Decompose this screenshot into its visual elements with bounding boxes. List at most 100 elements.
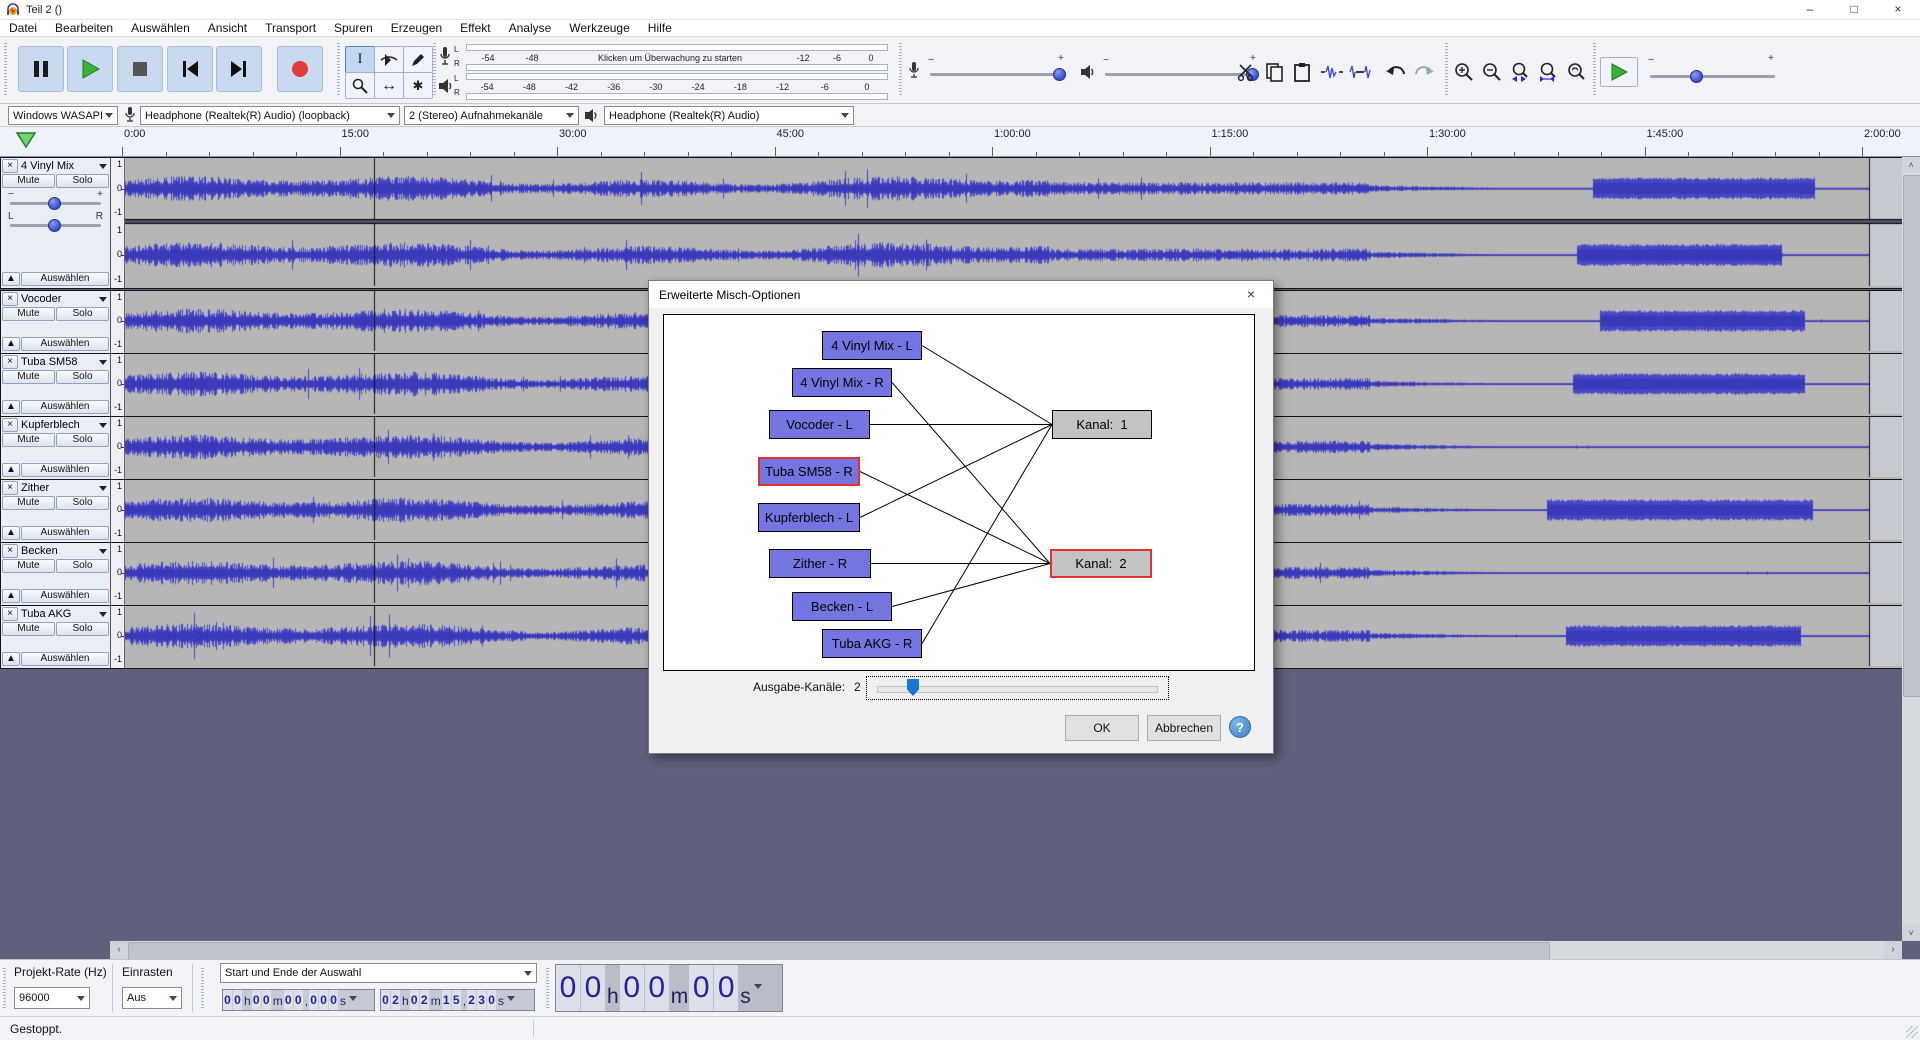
track-close-button[interactable]: ×	[2, 607, 18, 621]
chevron-down-icon[interactable]	[349, 996, 357, 1005]
selection-mode-select[interactable]: Start und Ende der Auswahl	[220, 963, 537, 983]
time-digit[interactable]: 1	[442, 990, 451, 1010]
pan-knob[interactable]	[48, 219, 61, 232]
solo-button[interactable]: Solo	[56, 433, 109, 447]
track-close-button[interactable]: ×	[2, 418, 18, 432]
vertical-scrollbar[interactable]: ˄ ˅	[1902, 157, 1920, 941]
track-menu-chevron-icon[interactable]	[99, 164, 107, 173]
collapse-button[interactable]: ▲	[2, 526, 20, 540]
gain-knob[interactable]	[48, 197, 61, 210]
track-name[interactable]: 4 Vinyl Mix	[19, 159, 109, 173]
toolbar-grip[interactable]	[1444, 43, 1449, 97]
track-name[interactable]: Kupferblech	[19, 418, 109, 432]
select-button[interactable]: Auswählen	[21, 337, 109, 351]
cut-button[interactable]	[1232, 58, 1260, 86]
chevron-down-icon[interactable]	[754, 984, 762, 993]
track-close-button[interactable]: ×	[2, 544, 18, 558]
timeshift-tool-button[interactable]: ↔	[374, 72, 404, 99]
mixer-source-node[interactable]: Zither - R	[769, 549, 871, 578]
collapse-button[interactable]: ▲	[2, 337, 20, 351]
play-button[interactable]	[67, 46, 113, 92]
waveform-area[interactable]	[125, 158, 1903, 288]
scroll-up-arrow[interactable]: ˄	[1902, 157, 1920, 173]
toolbar-grip[interactable]	[432, 43, 437, 97]
time-digit[interactable]: 0	[714, 965, 738, 1011]
paste-button[interactable]	[1288, 58, 1316, 86]
toolbar-grip[interactable]	[898, 43, 903, 97]
silence-audio-button[interactable]	[1346, 58, 1374, 86]
dialog-title-bar[interactable]: Erweiterte Misch-Optionen ×	[649, 281, 1273, 308]
mixer-source-node[interactable]: Tuba SM58 - R	[758, 457, 860, 486]
menu-ansicht[interactable]: Ansicht	[199, 20, 256, 36]
recording-channels-select[interactable]: 2 (Stereo) Aufnahmekanäle	[404, 106, 579, 125]
mixer-channel-node[interactable]: Kanal: 1	[1052, 410, 1152, 439]
mute-button[interactable]: Mute	[2, 496, 55, 510]
selection-start-field[interactable]: 00h00m00,000s	[222, 989, 375, 1011]
mixer-channel-node[interactable]: Kanal: 2	[1050, 549, 1152, 578]
mixer-source-node[interactable]: 4 Vinyl Mix - R	[792, 368, 892, 397]
mute-button[interactable]: Mute	[2, 174, 55, 188]
track-menu-chevron-icon[interactable]	[99, 549, 107, 558]
toolbar-grip[interactable]	[336, 43, 341, 97]
recording-device-select[interactable]: Headphone (Realtek(R) Audio) (loopback)	[140, 106, 400, 125]
undo-button[interactable]	[1382, 58, 1410, 86]
time-digit[interactable]: 0	[556, 965, 580, 1011]
chevron-down-icon[interactable]	[507, 996, 515, 1005]
menu-auswählen[interactable]: Auswählen	[122, 20, 199, 36]
multi-tool-button[interactable]: ✱	[403, 72, 433, 99]
track-close-button[interactable]: ×	[2, 292, 18, 306]
recording-meter[interactable]: L R -54-48Klicken um Überwachung zu star…	[438, 44, 888, 71]
waveform-canvas[interactable]	[125, 158, 1903, 286]
mixer-source-node[interactable]: Vocoder - L	[769, 410, 870, 439]
close-button[interactable]: ×	[1876, 0, 1920, 19]
collapse-button[interactable]: ▲	[2, 589, 20, 603]
menu-effekt[interactable]: Effekt	[451, 20, 499, 36]
track-name[interactable]: Zither	[19, 481, 109, 495]
time-digit[interactable]: 0	[381, 990, 390, 1010]
time-digit[interactable]: 0	[233, 990, 242, 1010]
collapse-button[interactable]: ▲	[2, 652, 20, 666]
playback-device-select[interactable]: Headphone (Realtek(R) Audio)	[604, 106, 854, 125]
time-digit[interactable]: 3	[477, 990, 486, 1010]
toolbar-grip[interactable]	[3, 43, 8, 97]
collapse-button[interactable]: ▲	[2, 400, 20, 414]
dialog-close-button[interactable]: ×	[1229, 281, 1273, 308]
time-digit[interactable]: 0	[645, 965, 669, 1011]
maximize-button[interactable]: □	[1832, 0, 1876, 19]
mixer-graph-panel[interactable]: 4 Vinyl Mix - L4 Vinyl Mix - RVocoder - …	[663, 314, 1255, 671]
audio-position-display[interactable]: 00h00m00s	[555, 964, 783, 1012]
time-digit[interactable]: 0	[284, 990, 293, 1010]
play-at-speed-button[interactable]	[1600, 57, 1638, 87]
time-digit[interactable]: 0	[319, 990, 328, 1010]
scroll-right-arrow[interactable]: ›	[1884, 941, 1902, 959]
playback-meter[interactable]: L R -54-48-42-36-30-24-18-12-60	[438, 73, 888, 100]
track-name[interactable]: Becken	[19, 544, 109, 558]
mixer-source-node[interactable]: Kupferblech - L	[758, 503, 860, 532]
toolbar-grip[interactable]	[545, 968, 550, 1008]
zoom-tool-button[interactable]	[345, 72, 375, 99]
cancel-button[interactable]: Abbrechen	[1147, 715, 1221, 741]
scroll-left-arrow[interactable]: ‹	[110, 941, 128, 959]
track-name[interactable]: Tuba AKG	[19, 607, 109, 621]
minimize-button[interactable]: –	[1788, 0, 1832, 19]
menu-analyse[interactable]: Analyse	[500, 20, 561, 36]
mixer-source-node[interactable]: Tuba AKG - R	[822, 629, 922, 658]
time-digit[interactable]: 0	[309, 990, 318, 1010]
time-digit[interactable]: 2	[420, 990, 429, 1010]
pause-button[interactable]	[18, 46, 64, 92]
track-menu-chevron-icon[interactable]	[99, 360, 107, 369]
copy-button[interactable]	[1260, 58, 1288, 86]
menu-transport[interactable]: Transport	[256, 20, 325, 36]
toolbar-grip[interactable]	[200, 968, 205, 1008]
solo-button[interactable]: Solo	[56, 174, 109, 188]
zoom-in-button[interactable]	[1450, 58, 1478, 86]
time-digit[interactable]: 0	[581, 965, 605, 1011]
solo-button[interactable]: Solo	[56, 496, 109, 510]
time-digit[interactable]: 0	[294, 990, 303, 1010]
help-button[interactable]: ?	[1229, 716, 1251, 738]
project-rate-select[interactable]: 96000	[14, 987, 90, 1009]
zoom-selection-button[interactable]	[1506, 58, 1534, 86]
skip-to-start-button[interactable]	[167, 46, 213, 92]
pan-slider[interactable]: LR	[2, 211, 109, 233]
playback-speed-knob[interactable]	[1690, 70, 1703, 83]
